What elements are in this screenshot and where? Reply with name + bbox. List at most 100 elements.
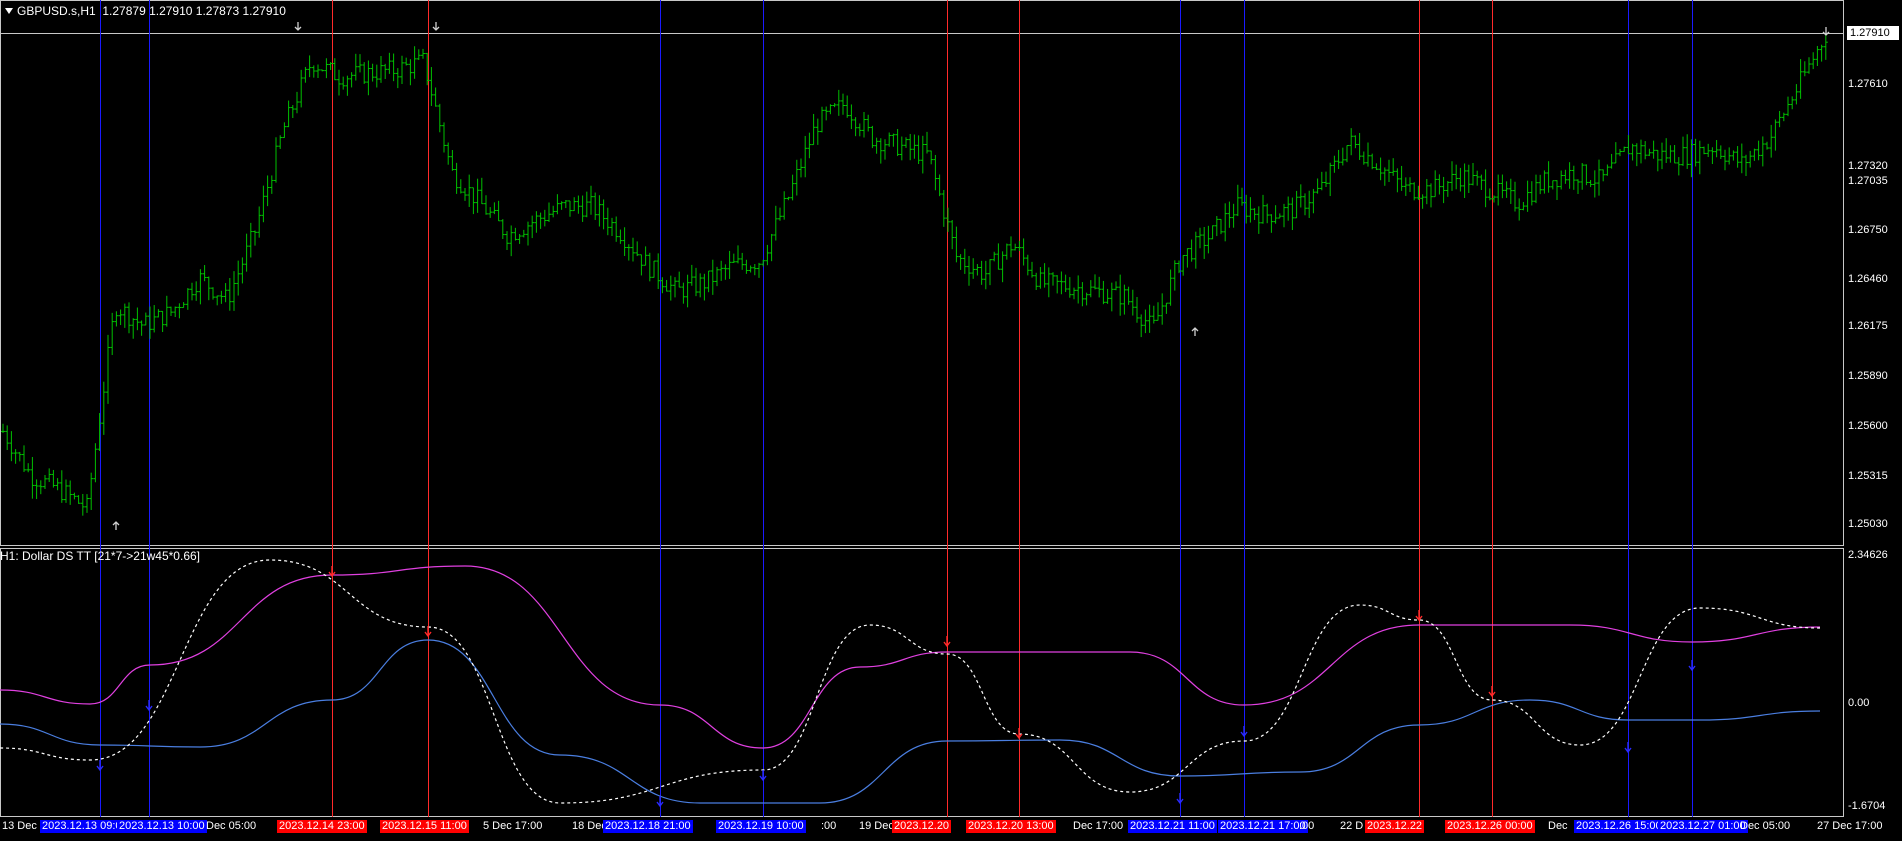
price-bar (106, 334, 110, 404)
price-bar (1294, 190, 1299, 219)
price-bar (1815, 45, 1820, 66)
price-bar (475, 178, 480, 213)
price-bar (1458, 167, 1463, 192)
price-bar (673, 277, 677, 298)
price-bar (988, 259, 992, 286)
price-bar (1013, 243, 1018, 251)
price-bar (664, 279, 669, 292)
time-axis-label: 2023.12.22 (1365, 820, 1425, 833)
price-bar (1277, 213, 1282, 219)
price-bar (1332, 155, 1337, 173)
price-bar (64, 479, 68, 503)
price-bar (521, 229, 526, 238)
price-bar (1450, 161, 1454, 191)
price-bar (1445, 181, 1450, 197)
price-bar (656, 253, 661, 290)
price-bar (307, 55, 312, 78)
price-bar (26, 463, 31, 473)
price-bar (933, 154, 938, 191)
price-bar (387, 52, 392, 74)
price-bar (72, 492, 77, 500)
price-bar (950, 219, 955, 250)
price-bar (446, 142, 451, 165)
price-axis-label: 1.27035 (1848, 175, 1888, 187)
dropdown-triangle-icon[interactable] (5, 8, 13, 15)
price-bar (799, 158, 803, 178)
price-bar (22, 445, 26, 472)
price-axis-label: 1.27610 (1848, 78, 1888, 90)
price-bar (1466, 164, 1471, 193)
time-axis-label: 2023.12.21 17:00 (1218, 820, 1308, 833)
price-bar (127, 302, 131, 334)
price-bar (1261, 194, 1265, 224)
main-panel-border (0, 0, 1844, 546)
price-bar (47, 468, 52, 483)
price-bar (366, 60, 371, 96)
trading-chart[interactable]: GBPUSD.s,H1 1.27879 1.27910 1.27873 1.27… (0, 0, 1902, 841)
price-bar (1126, 286, 1131, 305)
price-bar (500, 219, 505, 240)
price-bar (295, 91, 299, 114)
price-bar (1676, 157, 1681, 176)
price-bar (1441, 176, 1446, 204)
price-bar (1429, 183, 1433, 208)
price-bar (1685, 134, 1690, 169)
price-bar (1609, 153, 1614, 169)
price-bar (38, 480, 43, 495)
price-bar (244, 233, 249, 272)
price-bar (836, 89, 841, 116)
price-bar (59, 470, 64, 503)
price-bar (1139, 314, 1144, 338)
price-bar (76, 495, 81, 504)
price-bar (1588, 179, 1593, 188)
price-bar (164, 295, 169, 327)
price-bar (1118, 274, 1123, 316)
chart-canvas[interactable] (0, 0, 1902, 841)
price-bar (883, 139, 887, 160)
price-bar (135, 307, 140, 331)
price-bar (723, 264, 728, 280)
price-bar (412, 46, 417, 79)
price-bar (689, 264, 694, 286)
price-bar (605, 207, 610, 236)
price-bar (761, 259, 766, 267)
price-bar (904, 137, 908, 148)
price-bar (568, 200, 572, 217)
price-bar (286, 100, 291, 128)
price-bar (202, 265, 207, 282)
price-bar (626, 244, 631, 261)
price-bar (1328, 162, 1333, 197)
price-bar (1084, 292, 1089, 306)
price-bar (1357, 132, 1362, 160)
price-bar (731, 253, 736, 263)
price-bar (1479, 174, 1484, 190)
price-bar (1202, 226, 1207, 259)
price-bar (1345, 145, 1349, 163)
signal-arrow-down-icon (1176, 793, 1184, 805)
price-bar (1378, 157, 1383, 181)
price-bar (181, 302, 186, 309)
price-bar (1046, 267, 1051, 298)
price-bar (1034, 272, 1039, 291)
price-bar (857, 123, 862, 137)
price-bar (1559, 170, 1564, 190)
price-bar (143, 312, 148, 326)
price-bar (1403, 177, 1408, 196)
price-bar (1517, 198, 1522, 221)
price-bar (1088, 280, 1093, 298)
price-bar (1130, 289, 1135, 316)
price-bar (685, 274, 690, 308)
price-bar (916, 135, 921, 165)
price-bar (1210, 225, 1215, 240)
price-bar (1340, 147, 1345, 166)
price-bar (530, 215, 535, 239)
time-axis-label: 2023.12.19 10:00 (716, 820, 806, 833)
price-bar (1802, 61, 1807, 77)
price-axis-label: 1.26750 (1848, 224, 1888, 236)
price-bar (1504, 181, 1509, 198)
time-axis-label: 2023.12.18 21:00 (603, 820, 693, 833)
price-bar (1681, 136, 1685, 166)
price-bar (572, 197, 577, 212)
price-bar (1303, 193, 1307, 216)
price-bar (908, 133, 913, 161)
